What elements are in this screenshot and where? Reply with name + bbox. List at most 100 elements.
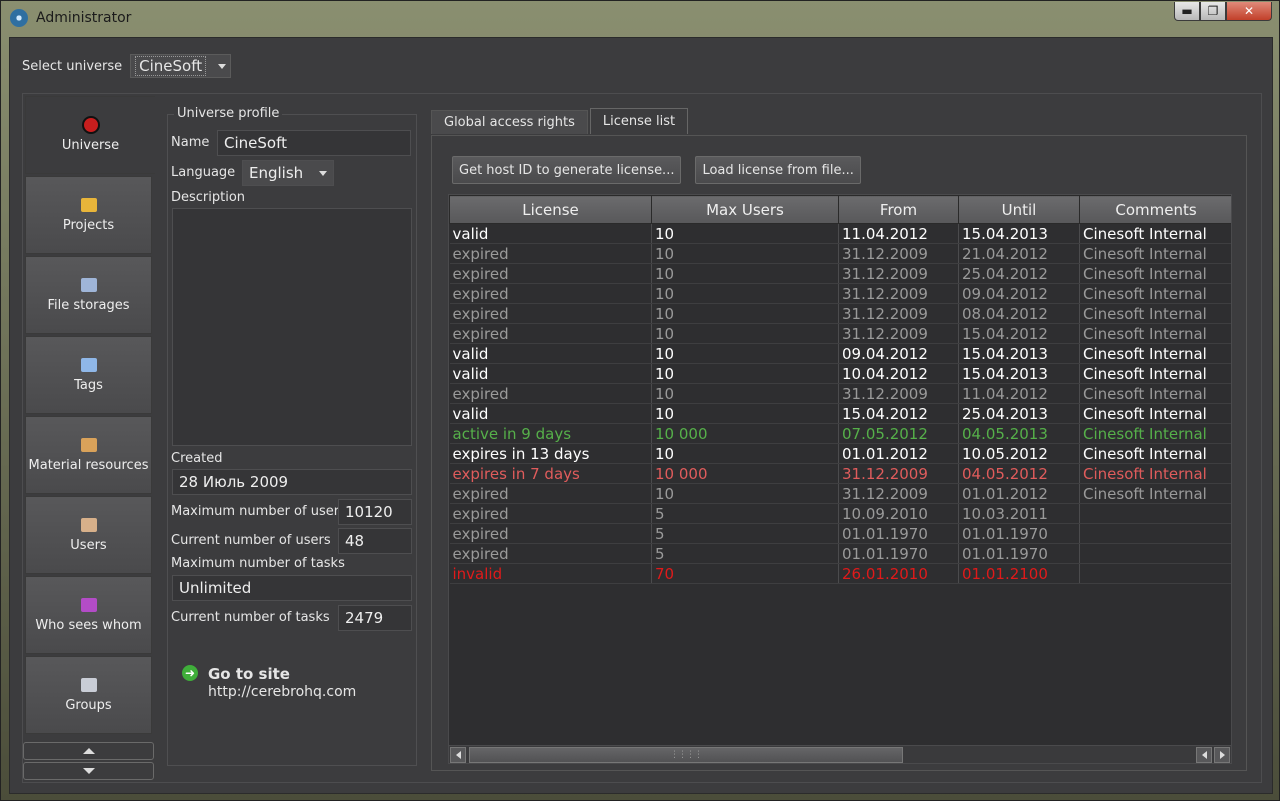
name-field[interactable]: CineSoft bbox=[217, 130, 411, 156]
table-cell: expired bbox=[449, 303, 652, 324]
table-row[interactable]: expired 5 10.09.2010 10.03.2011 bbox=[449, 503, 1231, 524]
sidebar-item-groups[interactable]: Groups bbox=[25, 656, 152, 734]
max-users-label: Maximum number of users bbox=[171, 504, 346, 519]
table-cell: 10 bbox=[651, 343, 839, 364]
scroll-left-button-2[interactable] bbox=[1196, 747, 1212, 763]
sidebar-item-projects[interactable]: Projects bbox=[25, 176, 152, 254]
table-cell: 01.01.2100 bbox=[958, 563, 1080, 584]
table-cell: expired bbox=[449, 243, 652, 264]
max-tasks-label: Maximum number of tasks bbox=[171, 556, 345, 571]
table-cell: 01.01.1970 bbox=[958, 523, 1080, 544]
sidebar-item-label: Universe bbox=[61, 137, 120, 153]
sidebar-item-users[interactable]: Users bbox=[25, 496, 152, 574]
table-cell: 10 bbox=[651, 363, 839, 384]
table-cell: invalid bbox=[449, 563, 652, 584]
column-header-from[interactable]: From bbox=[838, 195, 959, 224]
table-row[interactable]: expired 5 01.01.1970 01.01.1970 bbox=[449, 523, 1231, 544]
table-cell: 10 bbox=[651, 283, 839, 304]
client-area: Select universe CineSoft Universe Project… bbox=[9, 37, 1273, 794]
universe-dropdown[interactable]: CineSoft bbox=[130, 54, 232, 78]
table-cell: Cinesoft Internal bbox=[1079, 343, 1231, 364]
tab-global-access-rights[interactable]: Global access rights bbox=[431, 110, 588, 134]
max-users-field[interactable]: 10120 bbox=[338, 499, 412, 525]
table-cell: 25.04.2013 bbox=[958, 403, 1080, 424]
go-to-site-link[interactable]: ➜ Go to site http://cerebrohq.com bbox=[182, 665, 356, 700]
table-cell: 31.12.2009 bbox=[838, 263, 959, 284]
sidebar-item-material-resources[interactable]: Material resources bbox=[25, 416, 152, 494]
table-cell: 09.04.2012 bbox=[838, 343, 959, 364]
column-header-until[interactable]: Until bbox=[958, 195, 1080, 224]
arrow-left-icon bbox=[1201, 751, 1207, 759]
table-row[interactable]: expired 10 31.12.2009 11.04.2012 Cinesoft In… bbox=[449, 383, 1231, 404]
column-header-comments[interactable]: Comments bbox=[1079, 195, 1231, 224]
table-row[interactable]: expires in 13 days 10 01.01.2012 10.05.2012… bbox=[449, 443, 1231, 464]
table-row[interactable]: expired 10 31.12.2009 09.04.2012 Cinesoft In… bbox=[449, 283, 1231, 304]
table-cell: 15.04.2012 bbox=[958, 323, 1080, 344]
language-label: Language bbox=[171, 165, 236, 180]
table-row[interactable]: valid 10 09.04.2012 15.04.2013 Cinesoft Inte… bbox=[449, 343, 1231, 364]
table-cell: Cinesoft Internal bbox=[1079, 223, 1231, 244]
table-row[interactable]: invalid 70 26.01.2010 01.01.2100 bbox=[449, 563, 1231, 584]
table-cell: 10 bbox=[651, 383, 839, 404]
universe-dropdown-value: CineSoft bbox=[135, 56, 207, 76]
table-cell: Cinesoft Internal bbox=[1079, 363, 1231, 384]
sidebar-scroll-up-button[interactable] bbox=[23, 742, 154, 760]
load-license-button[interactable]: Load license from file... bbox=[695, 156, 861, 184]
universe-icon bbox=[83, 117, 98, 132]
column-header-max-users[interactable]: Max Users bbox=[651, 195, 839, 224]
groups-icon bbox=[80, 677, 97, 692]
table-cell: 10.09.2010 bbox=[838, 503, 959, 524]
table-row[interactable]: valid 10 11.04.2012 15.04.2013 Cinesoft Inte… bbox=[449, 223, 1231, 244]
tab-license-list[interactable]: License list bbox=[589, 108, 689, 134]
table-row[interactable]: expired 10 31.12.2009 15.04.2012 Cinesoft In… bbox=[449, 323, 1231, 344]
sidebar-scroll bbox=[23, 742, 154, 782]
table-cell: 10 bbox=[651, 303, 839, 324]
table-cell: Cinesoft Internal bbox=[1079, 463, 1231, 484]
scroll-left-button[interactable] bbox=[450, 747, 466, 763]
sidebar-item-label: Who sees whom bbox=[35, 617, 142, 633]
table-row[interactable]: expired 10 31.12.2009 25.04.2012 Cinesoft In… bbox=[449, 263, 1231, 284]
sidebar-item-label: File storages bbox=[47, 297, 130, 313]
scrollbar-thumb[interactable]: ⋮⋮⋮⋮ bbox=[469, 747, 903, 763]
table-row[interactable]: expired 10 31.12.2009 01.01.2012 Cinesoft In… bbox=[449, 483, 1231, 504]
sidebar-item-label: Tags bbox=[74, 377, 103, 393]
table-cell: Cinesoft Internal bbox=[1079, 283, 1231, 304]
sidebar-item-file-storages[interactable]: File storages bbox=[25, 256, 152, 334]
table-row[interactable]: expired 5 01.01.1970 01.01.1970 bbox=[449, 543, 1231, 564]
close-button[interactable]: ✕ bbox=[1226, 2, 1272, 21]
chevron-down-icon bbox=[218, 63, 227, 69]
sidebar-item-universe[interactable]: Universe bbox=[25, 96, 155, 174]
table-row[interactable]: expires in 7 days 10 000 31.12.2009 04.05.2… bbox=[449, 463, 1231, 484]
table-row[interactable]: active in 9 days 10 000 07.05.2012 04.05.20… bbox=[449, 423, 1231, 444]
name-label: Name bbox=[171, 135, 210, 150]
table-cell: expired bbox=[449, 283, 652, 304]
table-cell: 01.01.1970 bbox=[838, 523, 959, 544]
table-row[interactable]: valid 10 15.04.2012 25.04.2013 Cinesoft Inte… bbox=[449, 403, 1231, 424]
go-to-site-text: Go to site http://cerebrohq.com bbox=[208, 665, 356, 700]
scroll-right-button[interactable] bbox=[1214, 747, 1230, 763]
description-field[interactable] bbox=[172, 208, 412, 446]
minimize-button[interactable]: ▬ bbox=[1174, 2, 1200, 21]
max-tasks-field[interactable]: Unlimited bbox=[172, 575, 412, 601]
current-users-field: 48 bbox=[338, 528, 412, 554]
table-cell: 10 bbox=[651, 223, 839, 244]
column-header-license[interactable]: License bbox=[449, 195, 652, 224]
site-url[interactable]: http://cerebrohq.com bbox=[208, 684, 356, 700]
sidebar-item-who-sees-whom[interactable]: Who sees whom bbox=[25, 576, 152, 654]
get-host-id-button[interactable]: Get host ID to generate license... bbox=[452, 156, 682, 184]
table-row[interactable]: expired 10 31.12.2009 21.04.2012 Cinesoft In… bbox=[449, 243, 1231, 264]
table-cell: 26.01.2010 bbox=[838, 563, 959, 584]
horizontal-scrollbar[interactable]: ⋮⋮⋮⋮ bbox=[449, 745, 1231, 763]
table-cell: 25.04.2012 bbox=[958, 263, 1080, 284]
table-cell: Cinesoft Internal bbox=[1079, 383, 1231, 404]
table-cell: expires in 7 days bbox=[449, 463, 652, 484]
table-row[interactable]: valid 10 10.04.2012 15.04.2013 Cinesoft Inte… bbox=[449, 363, 1231, 384]
maximize-button[interactable]: ❐ bbox=[1200, 2, 1226, 21]
window-title: Administrator bbox=[36, 10, 132, 26]
table-cell: 01.01.1970 bbox=[958, 543, 1080, 564]
user-icon bbox=[80, 517, 97, 532]
sidebar-item-tags[interactable]: Tags bbox=[25, 336, 152, 414]
language-dropdown[interactable]: English bbox=[242, 160, 334, 186]
sidebar-scroll-down-button[interactable] bbox=[23, 762, 154, 780]
table-row[interactable]: expired 10 31.12.2009 08.04.2012 Cinesoft In… bbox=[449, 303, 1231, 324]
